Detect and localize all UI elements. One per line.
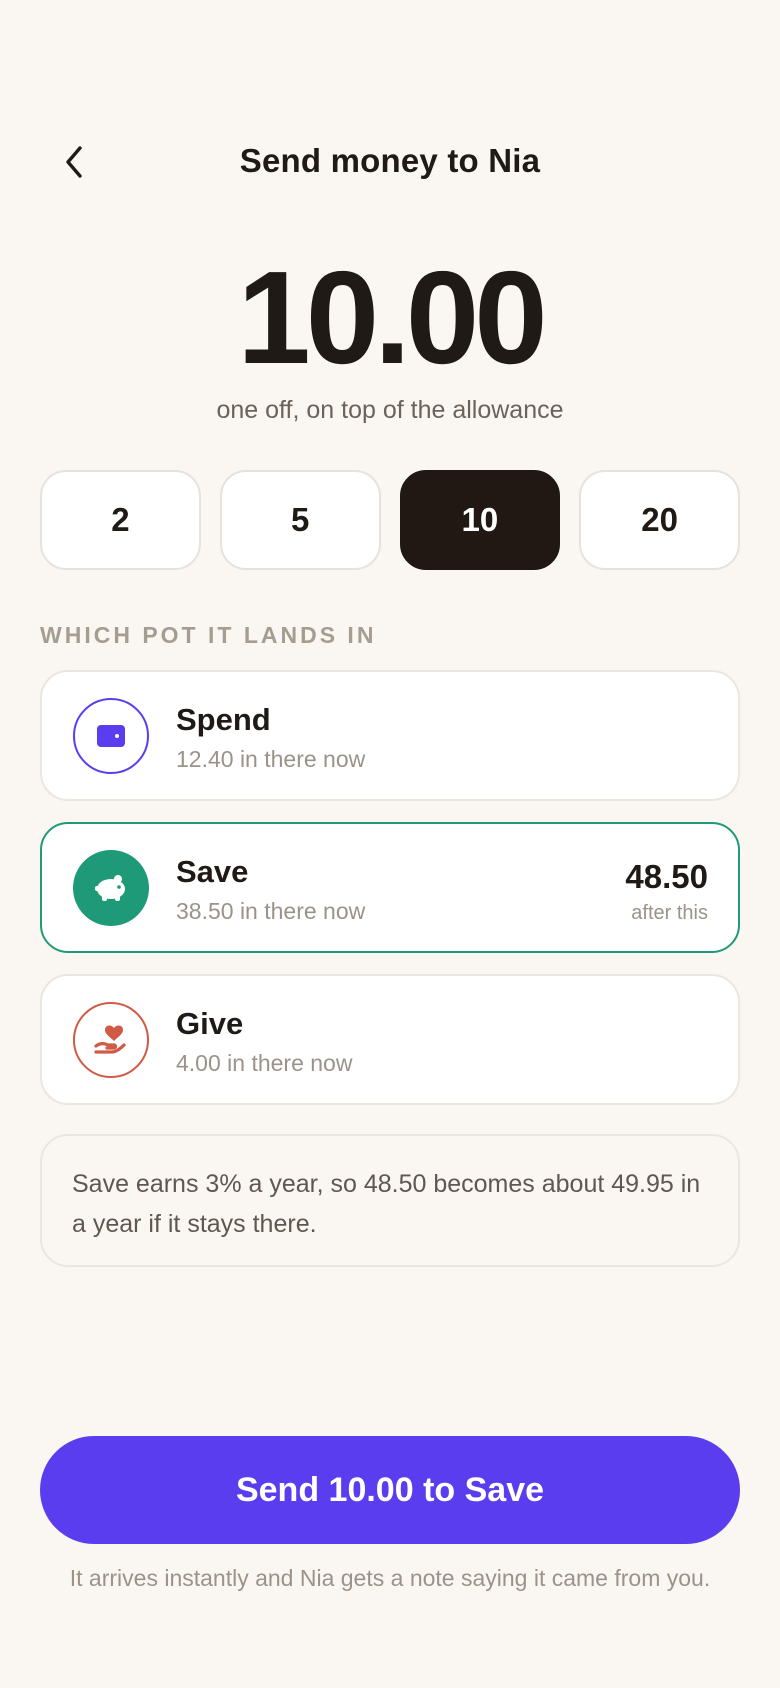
pot-balance: 38.50 in there now xyxy=(176,898,366,924)
pot-balance: 4.00 in there now xyxy=(176,1050,353,1076)
piggy-bank-icon xyxy=(73,850,149,926)
pot-option-spend[interactable]: Spend 12.40 in there now xyxy=(40,670,740,801)
pot-name: Spend xyxy=(176,702,271,737)
heart-hand-icon xyxy=(73,1002,149,1078)
wallet-icon xyxy=(73,698,149,774)
send-button[interactable]: Send 10.00 to Save xyxy=(40,1436,740,1544)
pot-balance: 12.40 in there now xyxy=(176,746,366,772)
amount-subtitle: one off, on top of the allowance xyxy=(216,396,564,424)
amount-display: 10.00 xyxy=(237,244,547,391)
page-title: Send money to Nia xyxy=(239,142,541,179)
pot-name: Save xyxy=(176,854,249,889)
send-money-screen: Send money to Nia 10.00 one off, on top … xyxy=(0,0,780,1688)
pot-option-give[interactable]: Give 4.00 in there now xyxy=(40,974,740,1105)
pot-option-save[interactable]: Save 38.50 in there now 48.50 after this xyxy=(40,822,740,953)
amount-presets: 2 5 10 20 xyxy=(40,470,740,570)
pot-name: Give xyxy=(176,1006,244,1041)
preset-5-button[interactable]: 5 xyxy=(219,470,381,570)
preset-10-button[interactable]: 10 xyxy=(399,470,561,570)
interest-info-box: Save earns 3% a year, so 48.50 becomes a… xyxy=(40,1134,740,1267)
preset-20-button[interactable]: 20 xyxy=(579,470,740,570)
pot-after-value: 48.50 xyxy=(625,858,708,895)
pot-after-label: after this xyxy=(631,902,708,924)
footnote: It arrives instantly and Nia gets a note… xyxy=(69,1565,711,1591)
preset-2-button[interactable]: 2 xyxy=(40,470,201,570)
pots-section-label: WHICH POT IT LANDS IN xyxy=(40,622,377,648)
